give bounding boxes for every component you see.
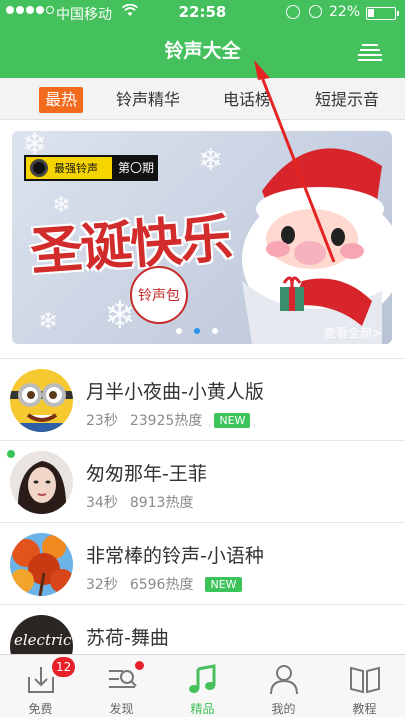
- free-badge-count: 12: [52, 657, 76, 677]
- nav-free-label: 免费: [28, 702, 53, 716]
- battery-percent: 22%: [329, 4, 361, 20]
- song-title: 匆匆那年-王菲: [86, 463, 207, 485]
- brand-logo-text: 最强铃声: [54, 162, 98, 175]
- song-duration: 23秒: [86, 413, 118, 429]
- list-item[interactable]: 匆匆那年-王菲 34秒 8913热度: [0, 440, 405, 522]
- category-tabs: 最热 铃声精华 电话榜 短提示音: [0, 78, 405, 120]
- song-heat: 8913热度: [129, 495, 194, 511]
- tab-short-tones[interactable]: 短提示音: [315, 88, 379, 112]
- song-duration: 34秒: [86, 495, 118, 511]
- nav-tutorial[interactable]: 教程: [324, 655, 405, 717]
- orientation-lock-icon: [286, 5, 300, 19]
- song-title: 月半小夜曲-小黄人版: [86, 381, 264, 403]
- carousel-dots[interactable]: [176, 328, 218, 334]
- see-all-link[interactable]: 查看全部>: [324, 324, 382, 341]
- music-note-icon: [189, 664, 216, 693]
- carousel-dot[interactable]: [176, 328, 182, 334]
- song-title: 非常棒的铃声-小语种: [86, 545, 264, 567]
- status-bar: 中国移动 22:58 22%: [0, 0, 405, 26]
- autumn-leaves-avatar: [10, 533, 73, 596]
- bottom-nav: 12 免费 发现 精品 我的 教程: [0, 654, 405, 717]
- tab-highlights[interactable]: 铃声精华: [116, 88, 180, 112]
- battery-fill: [368, 9, 374, 17]
- page-title: 铃声大全: [164, 40, 241, 62]
- new-badge: NEW: [214, 412, 251, 428]
- app-header: 中国移动 22:58 22% 铃声大全: [0, 0, 405, 78]
- nav-featured-label: 精品: [190, 702, 215, 716]
- christmas-banner[interactable]: ❄ ❄ ❄ ❄ ❄ 最强铃声 第〇期 圣诞快乐 铃声包 查看全部>: [12, 131, 392, 344]
- snowflake-icon: ❄: [38, 307, 59, 335]
- nav-tutorial-label: 教程: [352, 702, 377, 716]
- nav-featured[interactable]: 精品: [162, 655, 243, 717]
- song-heat: 23925热度: [129, 413, 203, 429]
- banner-headline: 圣诞快乐: [28, 209, 233, 283]
- brand-logo: 最强铃声: [24, 155, 114, 181]
- song-meta: 34秒 8913热度: [86, 492, 193, 512]
- book-icon: [350, 666, 380, 694]
- nav-discover[interactable]: 发现: [81, 655, 162, 717]
- list-item[interactable]: 非常棒的铃声-小语种 32秒 6596热度 NEW: [0, 522, 405, 604]
- battery-icon: [366, 7, 399, 20]
- carousel-dot[interactable]: [212, 328, 218, 334]
- electric-avatar-text: electric: [14, 631, 72, 649]
- menu-icon[interactable]: [358, 44, 382, 62]
- tab-hot[interactable]: 最热: [39, 87, 84, 113]
- alarm-icon: [309, 5, 322, 18]
- disc-icon: [30, 159, 48, 177]
- user-icon: [270, 665, 298, 695]
- tab-phone-chart[interactable]: 电话榜: [223, 88, 271, 112]
- issue-number: 第〇期: [114, 155, 159, 181]
- nav-mine-label: 我的: [271, 702, 296, 716]
- nav-mine[interactable]: 我的: [243, 655, 324, 717]
- singer-avatar: [10, 451, 73, 514]
- discover-icon: [109, 670, 137, 688]
- carousel-dot-active[interactable]: [194, 328, 200, 334]
- song-title: 苏荷-舞曲: [86, 627, 169, 649]
- issue-suffix: 期: [142, 161, 155, 175]
- song-meta: 32秒 6596热度 NEW: [86, 574, 242, 594]
- song-duration: 32秒: [86, 577, 118, 593]
- new-badge: NEW: [205, 576, 242, 592]
- minion-avatar: [10, 369, 73, 432]
- song-meta: 23秒 23925热度 NEW: [86, 410, 251, 430]
- nav-discover-label: 发现: [109, 702, 134, 716]
- song-heat: 6596热度: [129, 577, 194, 593]
- list-item[interactable]: 月半小夜曲-小黄人版 23秒 23925热度 NEW: [0, 358, 405, 440]
- nav-free[interactable]: 12 免费: [0, 655, 81, 717]
- discover-notification-dot: [135, 661, 144, 670]
- ringtone-pack-stamp: 铃声包: [130, 266, 188, 324]
- unread-dot: [7, 450, 15, 458]
- issue-label: 第: [118, 161, 131, 175]
- issue-badge: 最强铃声 第〇期: [24, 155, 159, 181]
